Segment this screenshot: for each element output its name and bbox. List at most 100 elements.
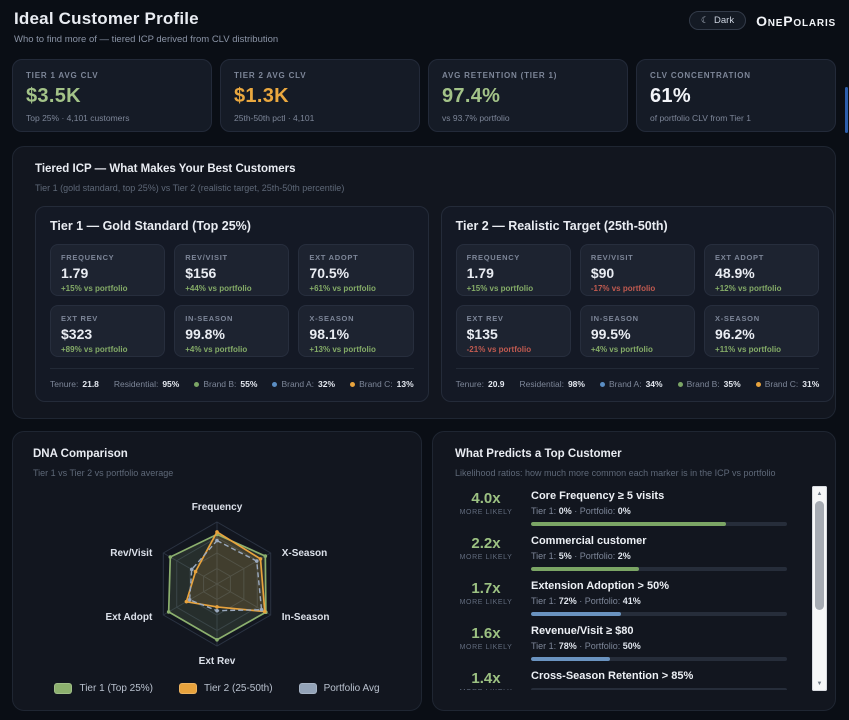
metric-value: 98.1% — [309, 326, 402, 342]
tier1-value: 72% — [559, 596, 577, 606]
brand-dot-icon — [600, 382, 605, 387]
stat-label: Brand C: — [765, 379, 799, 389]
metric-delta: +4% vs portfolio — [185, 345, 278, 354]
more-likely-label: MORE LIKELY — [455, 554, 517, 561]
metric-delta: +89% vs portfolio — [61, 345, 154, 354]
metric-value: 99.5% — [591, 326, 684, 342]
metric-delta: +61% vs portfolio — [309, 284, 402, 293]
stat-label: Brand B: — [203, 379, 236, 389]
predictor-detail: Tier 1: 0% · Portfolio: 0% — [531, 506, 787, 516]
metric-delta: -21% vs portfolio — [467, 345, 560, 354]
kpi-label: TIER 2 AVG CLV — [234, 71, 406, 80]
tier-stat: Residential: 95% — [114, 379, 179, 389]
svg-text:In-Season: In-Season — [282, 612, 330, 623]
scrollbar-thumb[interactable] — [815, 501, 824, 610]
tier-stat: Residential: 98% — [520, 379, 585, 389]
metric-value: 1.79 — [467, 265, 560, 281]
tier-stat: Brand B: 35% — [678, 379, 741, 389]
metric-tile: REV/VISIT $90 -17% vs portfolio — [580, 244, 695, 296]
moon-icon: ☾ — [701, 15, 709, 26]
metric-value: $156 — [185, 265, 278, 281]
metric-label: FREQUENCY — [467, 253, 560, 262]
stat-label: Tenure: — [50, 379, 78, 389]
predictors-panel: What Predicts a Top Customer Likelihood … — [432, 431, 836, 711]
more-likely-label: MORE LIKELY — [455, 599, 517, 606]
likelihood-bar-track — [531, 688, 787, 690]
tier-stat: Brand C: 13% — [350, 379, 414, 389]
header-controls: ☾ Dark OnePolaris — [689, 11, 836, 30]
detail-separator: · — [574, 506, 577, 516]
metric-delta: +15% vs portfolio — [467, 284, 560, 293]
portfolio-value: 0% — [618, 506, 631, 516]
stat-label: Brand C: — [359, 379, 393, 389]
portfolio-label: Portfolio: — [585, 596, 621, 606]
panel-scrollbar[interactable]: ▲ ▼ — [812, 486, 827, 691]
scroll-up-arrow-icon[interactable]: ▲ — [812, 487, 827, 500]
predictor-ratio-block: 1.6x MORE LIKELY — [455, 625, 517, 659]
tier-stat: Tenure: 20.9 — [456, 379, 505, 389]
tier-card: Tier 2 — Realistic Target (25th-50th) FR… — [441, 206, 835, 402]
tier-grid: Tier 1 — Gold Standard (Top 25%) FREQUEN… — [35, 206, 813, 402]
stat-label: Brand A: — [609, 379, 642, 389]
predictor-main: Commercial customer Tier 1: 5% · Portfol… — [531, 535, 787, 569]
brand-dot-icon — [272, 382, 277, 387]
metric-tile: X-SEASON 96.2% +11% vs portfolio — [704, 305, 819, 357]
dashboard-page: Ideal Customer Profile Who to find more … — [0, 0, 849, 720]
brand-dot-icon — [678, 382, 683, 387]
stat-label: Residential: — [114, 379, 158, 389]
predictor-item: 1.4x MORE LIKELY Cross-Season Retention … — [455, 670, 787, 690]
scroll-down-arrow-icon[interactable]: ▼ — [812, 677, 827, 690]
portfolio-label: Portfolio: — [580, 506, 616, 516]
legend-item: Tier 1 (Top 25%) — [54, 683, 153, 694]
metric-delta: +44% vs portfolio — [185, 284, 278, 293]
theme-toggle-button[interactable]: ☾ Dark — [689, 11, 746, 30]
predictor-main: Revenue/Visit ≥ $80 Tier 1: 78% · Portfo… — [531, 625, 787, 659]
svg-text:Frequency: Frequency — [192, 502, 243, 513]
legend-label: Portfolio Avg — [324, 683, 380, 694]
legend-swatch-icon — [179, 683, 197, 694]
likelihood-bar-fill — [531, 567, 639, 571]
kpi-card: TIER 2 AVG CLV $1.3K 25th-50th pctl · 4,… — [220, 59, 420, 132]
metric-tile: IN-SEASON 99.5% +4% vs portfolio — [580, 305, 695, 357]
tier-stat: Brand A: 34% — [600, 379, 663, 389]
metric-label: X-SEASON — [715, 314, 808, 323]
predictor-ratio: 1.6x — [455, 625, 517, 642]
radar-subtitle: Tier 1 vs Tier 2 vs portfolio average — [33, 468, 401, 478]
kpi-sub: of portfolio CLV from Tier 1 — [650, 113, 822, 123]
metric-value: $135 — [467, 326, 560, 342]
page-scrollbar-thumb[interactable] — [845, 87, 848, 133]
legend-swatch-icon — [54, 683, 72, 694]
tiered-section-title: Tiered ICP — What Makes Your Best Custom… — [35, 163, 813, 175]
brand-logo: OnePolaris — [756, 13, 836, 29]
predictors-list[interactable]: 4.0x MORE LIKELY Core Frequency ≥ 5 visi… — [455, 490, 813, 690]
bottom-row: DNA Comparison Tier 1 vs Tier 2 vs portf… — [12, 431, 836, 711]
legend-swatch-icon — [299, 683, 317, 694]
predictor-title: Commercial customer — [531, 535, 787, 547]
tier1-value: 78% — [559, 641, 577, 651]
tiered-section-subtitle: Tier 1 (gold standard, top 25%) vs Tier … — [35, 183, 813, 193]
portfolio-label: Portfolio: — [580, 551, 616, 561]
metric-delta: +4% vs portfolio — [591, 345, 684, 354]
kpi-label: CLV CONCENTRATION — [650, 71, 822, 80]
likelihood-bar-fill — [531, 612, 621, 616]
likelihood-bar-track — [531, 612, 787, 616]
predictor-ratio: 1.7x — [455, 580, 517, 597]
more-likely-label: MORE LIKELY — [455, 644, 517, 651]
likelihood-bar-track — [531, 567, 787, 571]
svg-text:Ext Rev: Ext Rev — [199, 656, 236, 667]
metric-delta: +11% vs portfolio — [715, 345, 808, 354]
predictor-item: 2.2x MORE LIKELY Commercial customer Tie… — [455, 535, 787, 569]
likelihood-bar-fill — [531, 522, 726, 526]
stat-value: 13% — [397, 379, 414, 389]
svg-text:X-Season: X-Season — [282, 548, 328, 559]
predictor-ratio-block: 1.7x MORE LIKELY — [455, 580, 517, 614]
kpi-card: AVG RETENTION (TIER 1) 97.4% vs 93.7% po… — [428, 59, 628, 132]
stat-value: 98% — [568, 379, 585, 389]
tier-title: Tier 2 — Realistic Target (25th-50th) — [456, 219, 820, 233]
metric-label: IN-SEASON — [185, 314, 278, 323]
metric-value: 99.8% — [185, 326, 278, 342]
kpi-sub: 25th-50th pctl · 4,101 — [234, 113, 406, 123]
metric-tile: EXT ADOPT 48.9% +12% vs portfolio — [704, 244, 819, 296]
stat-value: 35% — [724, 379, 741, 389]
kpi-label: AVG RETENTION (TIER 1) — [442, 71, 614, 80]
